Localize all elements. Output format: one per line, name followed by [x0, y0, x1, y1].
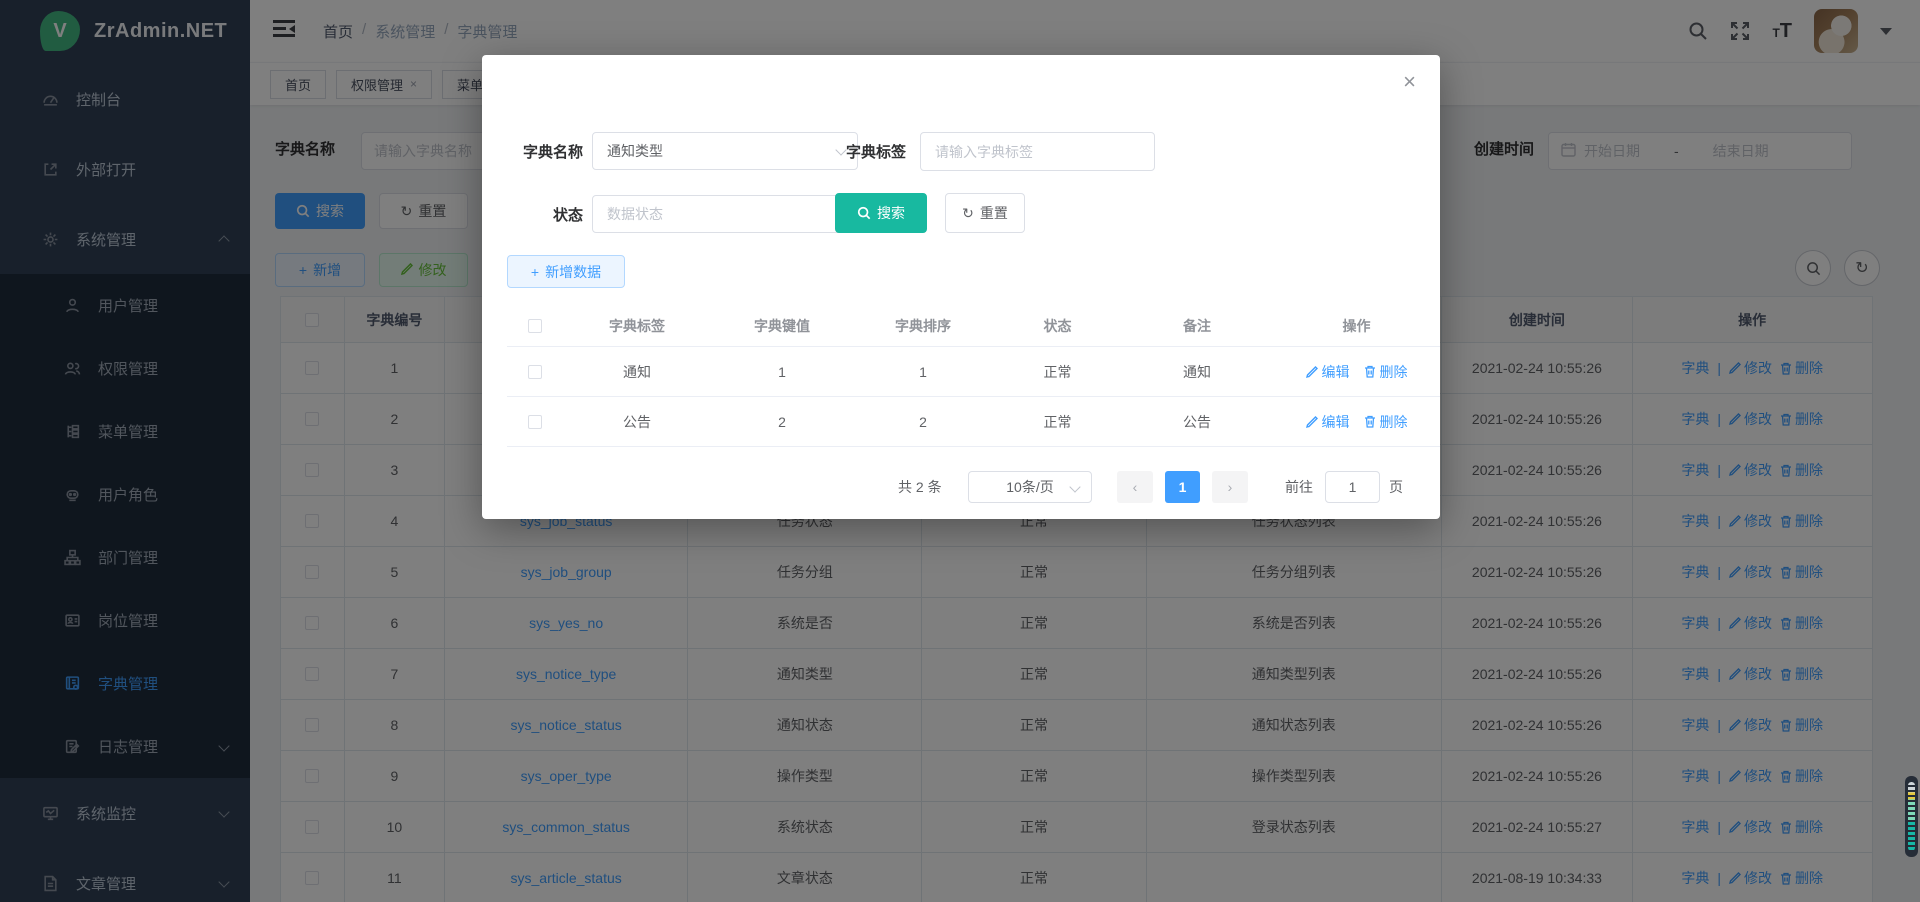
cell-status: 正常 [994, 397, 1121, 446]
dialog-status-placeholder: 数据状态 [607, 204, 663, 224]
goto-page-input[interactable]: 1 [1325, 471, 1380, 503]
column-header: 操作 [1273, 305, 1440, 346]
dialog-dict-tag-input[interactable]: 请输入字典标签 [920, 132, 1155, 171]
dialog-close-icon[interactable]: × [1403, 71, 1416, 93]
scrollbar-thumb[interactable] [1905, 776, 1918, 857]
row-checkbox[interactable] [528, 415, 542, 429]
select-all-checkbox[interactable] [528, 319, 542, 333]
cell-value: 2 [712, 397, 852, 446]
goto-label: 前往 [1285, 477, 1313, 497]
page-size-value: 10条/页 [1006, 477, 1053, 497]
dialog-table-header: 字典标签字典键值字典排序状态备注操作 [507, 305, 1440, 347]
chevron-down-icon [1069, 481, 1080, 492]
row-edit-link[interactable]: 编辑 [1306, 362, 1350, 382]
cell-sort: 1 [852, 347, 994, 396]
dict-data-table: 字典标签字典键值字典排序状态备注操作通知11正常通知编辑删除公告22正常公告编辑… [507, 305, 1440, 447]
dialog-search-label: 搜索 [877, 203, 905, 223]
cell-sort: 2 [852, 397, 994, 446]
pencil-icon [1306, 416, 1318, 428]
dialog-dict-name-value: 通知类型 [607, 141, 663, 161]
dialog-dict-tag-placeholder: 请输入字典标签 [935, 142, 1033, 162]
column-header: 字典键值 [712, 305, 852, 346]
dialog-dict-tag-label: 字典标签 [830, 141, 906, 162]
column-header: 字典标签 [562, 305, 712, 346]
next-page-button[interactable]: › [1212, 471, 1248, 503]
prev-page-button[interactable]: ‹ [1117, 471, 1153, 503]
cell-label: 公告 [562, 397, 712, 446]
cell-note: 通知 [1121, 347, 1273, 396]
pagination: 共 2 条 10条/页 ‹ 1 › 前往 1 页 [482, 471, 1440, 503]
dialog-dict-name-label: 字典名称 [507, 141, 583, 162]
refresh-icon: ↻ [962, 205, 974, 222]
row-edit-link[interactable]: 编辑 [1306, 412, 1350, 432]
dict-data-dialog: × 字典名称 通知类型 字典标签 请输入字典标签 状态 数据状态 搜索 ↻ 重置… [482, 55, 1440, 519]
page-size-select[interactable]: 10条/页 [968, 471, 1092, 503]
column-header: 字典排序 [852, 305, 994, 346]
cell-status: 正常 [994, 347, 1121, 396]
trash-icon [1364, 415, 1376, 428]
row-delete-link[interactable]: 删除 [1364, 412, 1408, 432]
plus-icon: + [531, 264, 539, 280]
column-header: 状态 [994, 305, 1121, 346]
cell-note: 公告 [1121, 397, 1273, 446]
dialog-table-row: 通知11正常通知编辑删除 [507, 347, 1440, 397]
dialog-add-data-button[interactable]: + 新增数据 [507, 255, 625, 288]
cell-value: 1 [712, 347, 852, 396]
dialog-reset-label: 重置 [980, 203, 1008, 223]
dialog-reset-button[interactable]: ↻ 重置 [945, 193, 1025, 233]
trash-icon [1364, 365, 1376, 378]
row-checkbox[interactable] [528, 365, 542, 379]
dialog-search-button[interactable]: 搜索 [835, 193, 927, 233]
pagination-total: 共 2 条 [898, 477, 942, 497]
row-delete-link[interactable]: 删除 [1364, 362, 1408, 382]
dialog-status-label: 状态 [507, 204, 583, 225]
column-header: 备注 [1121, 305, 1273, 346]
cell-label: 通知 [562, 347, 712, 396]
goto-unit: 页 [1389, 477, 1403, 497]
dialog-table-row: 公告22正常公告编辑删除 [507, 397, 1440, 447]
dialog-dict-name-select[interactable]: 通知类型 [592, 132, 858, 170]
dialog-status-select[interactable]: 数据状态 [592, 195, 858, 233]
pencil-icon [1306, 366, 1318, 378]
current-page-button[interactable]: 1 [1165, 471, 1200, 503]
scrollbar-stripes [1908, 782, 1915, 851]
dialog-add-data-label: 新增数据 [545, 262, 601, 282]
